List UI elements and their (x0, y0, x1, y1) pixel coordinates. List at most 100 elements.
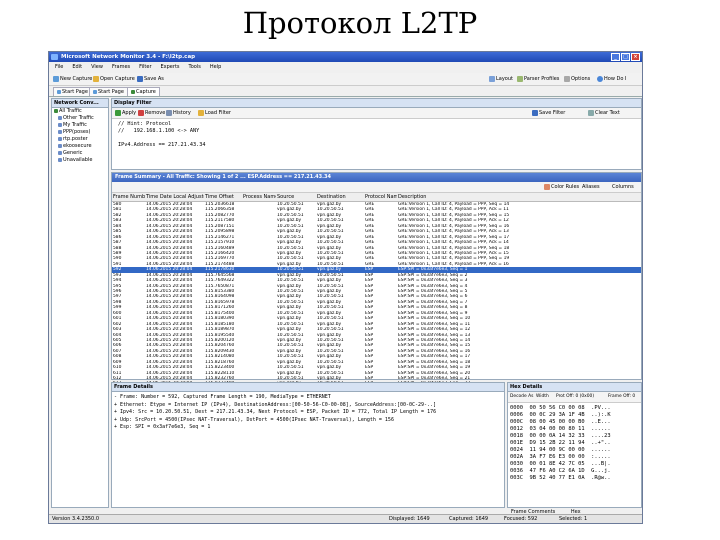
remove-filter-button[interactable]: Remove (138, 108, 165, 118)
menu-filter[interactable]: Filter (139, 63, 151, 72)
tree-item[interactable]: All Traffic (52, 108, 108, 115)
captured-count: Captured: 1649 (449, 516, 489, 522)
check-icon (115, 109, 121, 116)
decode-as-button[interactable]: Decode As (510, 392, 533, 402)
selected-count: Selected: 1 (559, 516, 588, 522)
new-capture-button[interactable]: New Capture (53, 73, 92, 85)
new-capture-icon (53, 75, 59, 82)
menu-help[interactable]: Help (210, 63, 221, 72)
menu-view[interactable]: View (91, 63, 103, 72)
frame-details-pane: Frame Details - Frame: Number = 592, Cap… (111, 382, 505, 508)
tree-item[interactable]: PPP(poses) (52, 129, 108, 136)
hex-details-title: Hex Details (508, 383, 641, 392)
network-conversations-pane: Network Conv... All Traffic Other Traffic… (51, 98, 109, 508)
network-node-icon (58, 136, 62, 141)
network-node-icon (54, 108, 58, 113)
tree-item[interactable]: Other Traffic (52, 115, 108, 122)
col-description[interactable]: Description (397, 193, 641, 201)
filter-history-button[interactable]: History (166, 108, 191, 118)
col-destination[interactable]: Destination (316, 193, 364, 201)
menu-file[interactable]: File (55, 63, 63, 72)
version-text: Version 3.4.2350.0 (52, 516, 100, 522)
col-source[interactable]: Source (276, 193, 316, 201)
tab-start-page[interactable]: Start Page (53, 87, 92, 96)
frame-summary-toolbar: Color Rules Aliases Columns (112, 182, 641, 193)
apply-filter-button[interactable]: Apply (115, 108, 136, 118)
col-time-date[interactable]: Time Date Local Adjusted (145, 193, 204, 201)
palette-icon (544, 183, 550, 190)
filter-text-editor[interactable]: // Hint: Protocol// 192.168.1.100 <-> AN… (112, 119, 641, 149)
frame-details-title: Frame Details (112, 383, 504, 392)
detail-node[interactable]: + Ipv4: Src = 10.20.50.51, Dest = 217.21… (112, 409, 504, 417)
filter-line: // 192.168.1.100 <-> ANY (118, 128, 200, 134)
close-button[interactable]: × (631, 53, 640, 61)
options-button[interactable]: Options (564, 73, 590, 85)
folder-icon (93, 75, 99, 82)
parser-profiles-button[interactable]: Parser Profiles (517, 73, 559, 85)
title-bar: Microsoft Network Monitor 3.4 - F:\l2tp.… (49, 52, 642, 62)
save-as-button[interactable]: Save As (137, 73, 164, 85)
hex-line: 001E D9 15 2B 22 11 94 ..+".. (510, 440, 611, 446)
tree-item[interactable]: Unavailable (52, 157, 108, 164)
menu-tools[interactable]: Tools (189, 63, 201, 72)
main-toolbar: New Capture Open Capture Save As Layout … (49, 73, 642, 86)
detail-node[interactable]: + Udp: SrcPort = 4500(IPsec NAT-Traversa… (112, 417, 504, 425)
detail-node[interactable]: + Esp: SPI = 0x3af7e6e3, Seq = 1 (112, 424, 504, 432)
detail-node[interactable]: - Frame: Number = 592, Captured Frame Le… (112, 394, 504, 402)
how-do-i-button[interactable]: How Do I (597, 73, 626, 85)
hex-dump[interactable]: 0000 00 50 56 C0 00 08 .PV... 0006 00 0C … (508, 403, 641, 482)
network-node-icon (58, 143, 62, 148)
menu-edit[interactable]: Edit (72, 63, 82, 72)
page-icon (93, 89, 97, 94)
app-icon (51, 54, 58, 60)
width-button[interactable]: Width (536, 392, 549, 402)
hex-line: 000C 08 00 45 00 00 B0 ..E... (510, 419, 611, 425)
columns-button[interactable]: Columns (612, 182, 634, 192)
frame-details-tree: - Frame: Number = 592, Captured Frame Le… (112, 392, 504, 432)
tree-item[interactable]: rtp.poster (52, 136, 108, 143)
layout-icon (489, 75, 495, 82)
history-icon (166, 109, 172, 116)
col-protocol-name[interactable]: Protocol Name (364, 193, 397, 201)
capture-icon (131, 89, 135, 94)
col-frame-number[interactable]: Frame Number (112, 193, 145, 201)
aliases-button[interactable]: Aliases (582, 182, 600, 192)
network-node-icon (58, 157, 62, 162)
load-filter-button[interactable]: Load Filter (198, 108, 231, 118)
color-rules-button[interactable]: Color Rules (544, 182, 579, 192)
clear-text-button[interactable]: Clear Text (588, 108, 620, 118)
menu-frames[interactable]: Frames (112, 63, 130, 72)
tree-item[interactable]: ekoosecure (52, 143, 108, 150)
filter-line (112, 135, 641, 142)
hex-details-pane: Hex Details Decode As Width Prot Off: 0 … (507, 382, 642, 508)
layout-button[interactable]: Layout (489, 73, 513, 85)
filter-line: // Hint: Protocol (118, 121, 172, 127)
tree-item[interactable]: Generic (52, 150, 108, 157)
col-process-name[interactable]: Process Name (242, 193, 276, 201)
tab-capture[interactable]: Capture (127, 87, 160, 96)
hex-line: 0006 00 0C 29 3A 1F 4B ..):.K (510, 412, 611, 418)
help-icon (597, 75, 603, 82)
document-tabs: Start Page Start Page Capture (49, 86, 642, 97)
displayed-count: Displayed: 1649 (389, 516, 430, 522)
tab-start-page-2[interactable]: Start Page (89, 87, 128, 96)
netmon-window: Microsoft Network Monitor 3.4 - F:\l2tp.… (48, 51, 643, 524)
col-time-offset[interactable]: Time Offset (204, 193, 242, 201)
menu-experts[interactable]: Experts (161, 63, 180, 72)
hex-line: 002A 3A F7 E6 E3 00 00 :..... (510, 454, 611, 460)
detail-node[interactable]: + Ethernet: Etype = Internet IP (IPv4), … (112, 402, 504, 410)
tree-item[interactable]: My Traffic (52, 122, 108, 129)
save-filter-button[interactable]: Save Filter (532, 108, 565, 118)
gear-icon (564, 75, 570, 82)
maximize-button[interactable]: □ (621, 53, 630, 61)
prot-offset: Prot Off: 0 (0x00) (556, 394, 595, 399)
hex-line: 0030 00 01 8E 42 7C 05 ...B|. (510, 461, 611, 467)
display-filter-pane: Display Filter Apply Remove History Load… (111, 98, 642, 170)
slide-title: Протокол L2TP (242, 6, 478, 40)
hex-line: 0012 03 04 00 00 80 11 ...... (510, 426, 611, 432)
frame-table-body: 580 14.06.2015 20:28:04 115.2036618 10.20.5… (112, 202, 641, 387)
minimize-button[interactable]: _ (611, 53, 620, 61)
open-capture-button[interactable]: Open Capture (93, 73, 135, 85)
save-icon (137, 75, 143, 82)
frame-table-header: Frame Number Time Date Local Adjusted Ti… (112, 193, 641, 202)
